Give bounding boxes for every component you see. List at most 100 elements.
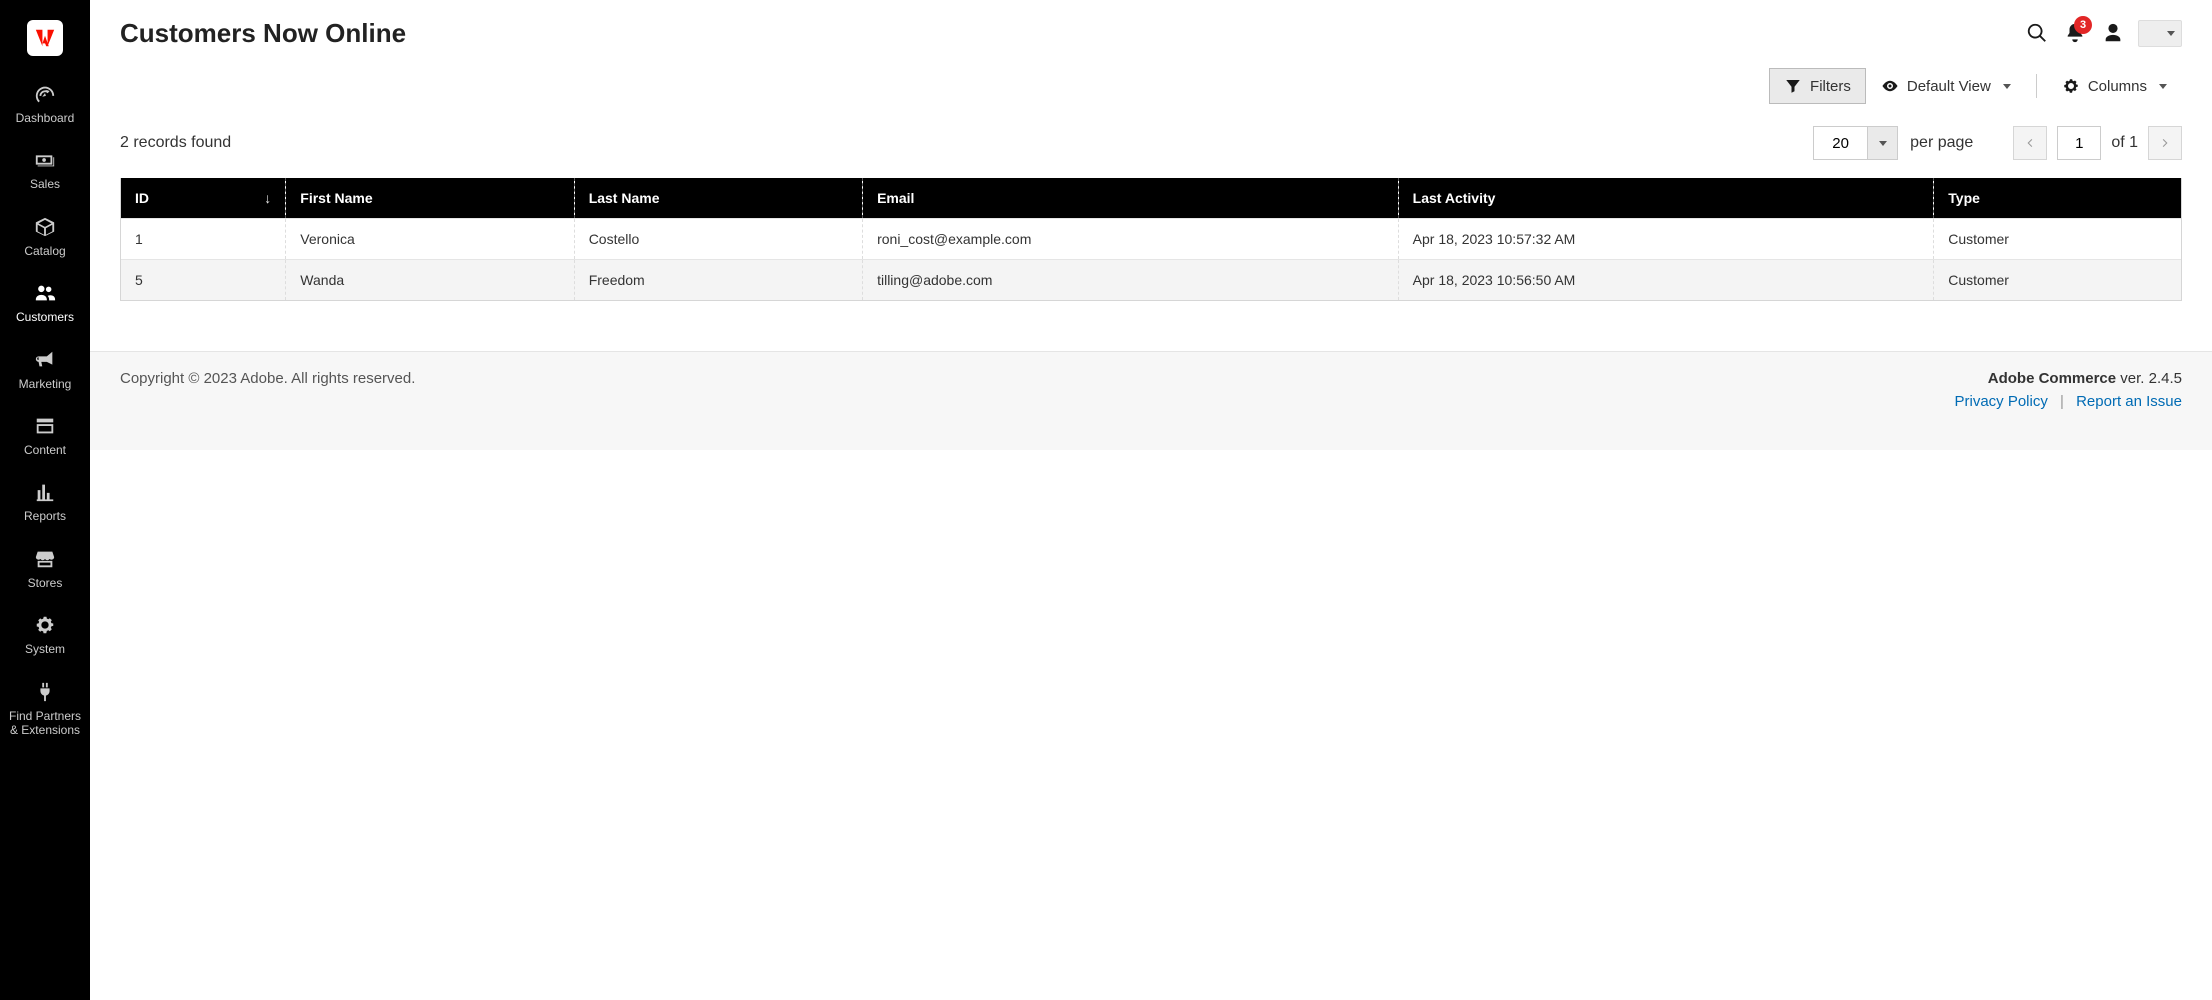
nav-label: Marketing (0, 377, 90, 391)
sidebar-item-catalog[interactable]: Catalog (0, 204, 90, 270)
col-header-last-activity[interactable]: Last Activity (1398, 178, 1934, 219)
cell-first: Veronica (286, 219, 574, 260)
sidebar-item-customers[interactable]: Customers (0, 270, 90, 336)
caret-down-icon (2167, 31, 2175, 36)
copyright-text: Copyright © 2023 Adobe. All rights reser… (120, 370, 415, 410)
page-title: Customers Now Online (120, 18, 406, 49)
main-content: Customers Now Online 3 Filters (90, 0, 2212, 1000)
caret-down-icon (2003, 84, 2011, 89)
filters-label: Filters (1810, 78, 1851, 95)
caret-down-icon (2159, 84, 2167, 89)
sidebar-item-reports[interactable]: Reports (0, 469, 90, 535)
col-label: ID (135, 190, 149, 206)
cash-icon (0, 147, 90, 173)
cell-last: Freedom (574, 260, 862, 301)
col-header-type[interactable]: Type (1934, 178, 2181, 219)
table-header-row: ID ↓ First Name Last Name Email Last Act… (121, 178, 2181, 219)
cell-type: Customer (1934, 219, 2181, 260)
page-size-input[interactable] (1813, 126, 1868, 160)
funnel-icon (1784, 77, 1802, 95)
store-icon (0, 546, 90, 572)
sidebar-item-content[interactable]: Content (0, 403, 90, 469)
page-size-control: per page (1813, 126, 1973, 160)
default-view-label: Default View (1907, 78, 1991, 95)
cell-activity: Apr 18, 2023 10:57:32 AM (1398, 219, 1934, 260)
gauge-icon (0, 81, 90, 107)
col-label: First Name (300, 190, 372, 206)
account-button[interactable] (2094, 14, 2132, 52)
page-footer: Copyright © 2023 Adobe. All rights reser… (90, 351, 2212, 450)
pager: of 1 (2013, 126, 2182, 160)
sidebar-item-dashboard[interactable]: Dashboard (0, 71, 90, 137)
nav-label: Find Partners & Extensions (0, 709, 90, 738)
prev-page-button[interactable] (2013, 126, 2047, 160)
sidebar-item-system[interactable]: System (0, 602, 90, 668)
page-number-input[interactable] (2057, 126, 2101, 160)
nav-label: System (0, 642, 90, 656)
page-header: Customers Now Online 3 (90, 0, 2212, 62)
notifications-button[interactable]: 3 (2056, 14, 2094, 52)
sidebar-item-sales[interactable]: Sales (0, 137, 90, 203)
col-header-email[interactable]: Email (863, 178, 1399, 219)
search-button[interactable] (2018, 14, 2056, 52)
sidebar-item-stores[interactable]: Stores (0, 536, 90, 602)
box-icon (0, 214, 90, 240)
gear-icon (0, 612, 90, 638)
col-label: Last Activity (1413, 190, 1496, 206)
adobe-logo-icon (34, 27, 56, 49)
footer-divider: | (2060, 393, 2064, 410)
nav-label: Reports (0, 509, 90, 523)
megaphone-icon (0, 347, 90, 373)
records-bar: 2 records found per page of 1 (90, 112, 2212, 178)
notification-badge: 3 (2074, 16, 2092, 34)
nav-label: Content (0, 443, 90, 457)
nav-label: Sales (0, 177, 90, 191)
cell-email: roni_cost@example.com (863, 219, 1399, 260)
col-label: Type (1948, 190, 1980, 206)
report-issue-link[interactable]: Report an Issue (2076, 393, 2182, 410)
columns-label: Columns (2088, 78, 2147, 95)
privacy-policy-link[interactable]: Privacy Policy (1954, 393, 2047, 410)
table-row[interactable]: 5WandaFreedomtilling@adobe.comApr 18, 20… (121, 260, 2181, 301)
chevron-right-icon (2159, 137, 2171, 149)
cell-last: Costello (574, 219, 862, 260)
cell-first: Wanda (286, 260, 574, 301)
page-size-dropdown-button[interactable] (1868, 126, 1898, 160)
grid-toolbar: Filters Default View Columns (90, 62, 2212, 112)
nav-label: Catalog (0, 244, 90, 258)
nav-label: Customers (0, 310, 90, 324)
sidebar-item-marketing[interactable]: Marketing (0, 337, 90, 403)
sidebar-item-partners[interactable]: Find Partners & Extensions (0, 669, 90, 750)
people-icon (0, 280, 90, 306)
caret-down-icon (1879, 141, 1887, 146)
brand-logo[interactable] (27, 20, 63, 56)
product-version: ver. 2.4.5 (2116, 370, 2182, 387)
table-row[interactable]: 1VeronicaCostelloroni_cost@example.comAp… (121, 219, 2181, 260)
data-grid: ID ↓ First Name Last Name Email Last Act… (120, 178, 2182, 301)
user-menu-dropdown[interactable] (2138, 20, 2182, 47)
col-header-id[interactable]: ID ↓ (121, 178, 286, 219)
col-label: Email (877, 190, 914, 206)
sort-desc-icon: ↓ (264, 190, 271, 206)
layout-icon (0, 413, 90, 439)
page-of-text: of 1 (2111, 134, 2138, 152)
default-view-dropdown[interactable]: Default View (1866, 68, 2026, 104)
col-header-last-name[interactable]: Last Name (574, 178, 862, 219)
bar-chart-icon (0, 479, 90, 505)
records-found-text: 2 records found (120, 134, 231, 152)
toolbar-separator (2036, 74, 2037, 98)
cell-email: tilling@adobe.com (863, 260, 1399, 301)
chevron-left-icon (2024, 137, 2036, 149)
cell-id: 5 (121, 260, 286, 301)
per-page-label: per page (1910, 134, 1973, 152)
cog-icon (2062, 77, 2080, 95)
nav-label: Dashboard (0, 111, 90, 125)
columns-dropdown[interactable]: Columns (2047, 68, 2182, 104)
filters-button[interactable]: Filters (1769, 68, 1866, 104)
cell-type: Customer (1934, 260, 2181, 301)
col-header-first-name[interactable]: First Name (286, 178, 574, 219)
nav-label: Stores (0, 576, 90, 590)
product-name: Adobe Commerce (1988, 370, 2116, 387)
plug-icon (0, 679, 90, 705)
next-page-button[interactable] (2148, 126, 2182, 160)
